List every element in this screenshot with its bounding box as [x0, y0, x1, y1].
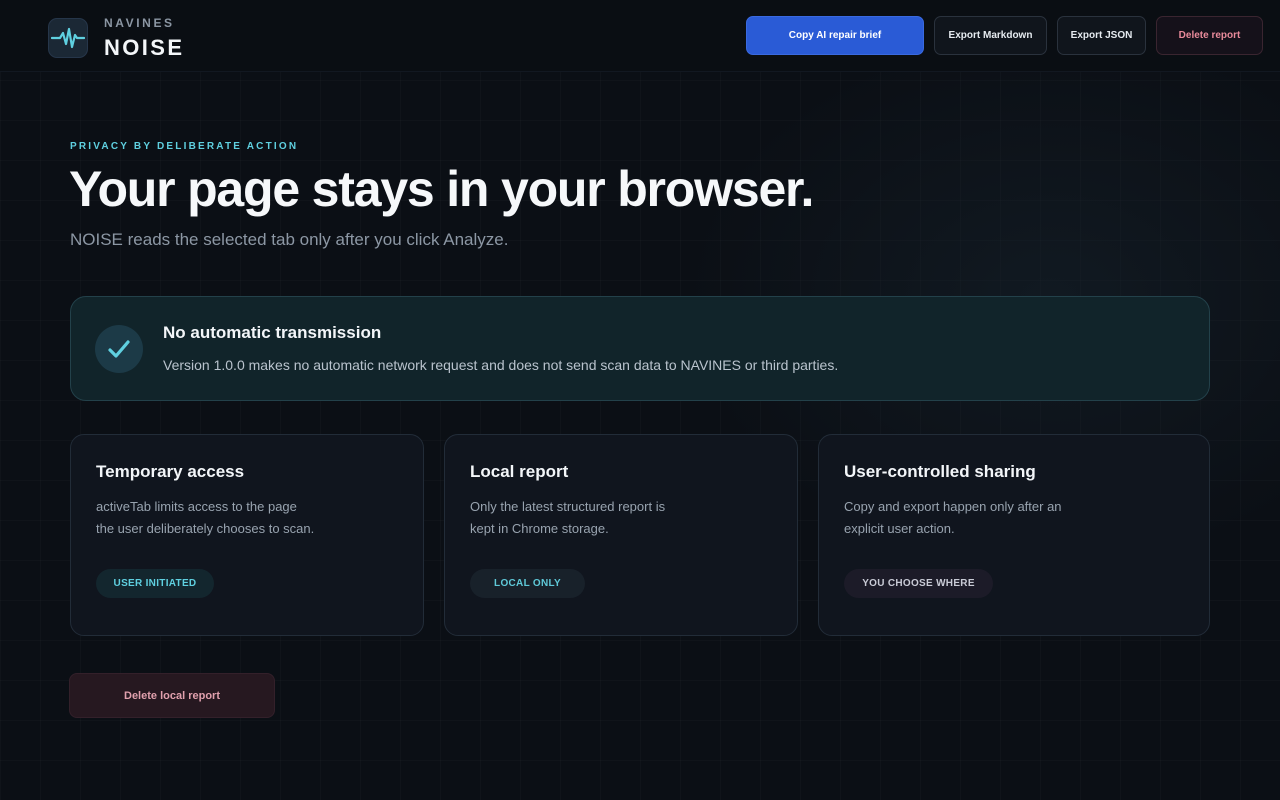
- toolbar-actions: Copy AI repair brief Export Markdown Exp…: [746, 16, 1263, 55]
- card-body-line: the user deliberately chooses to scan.: [96, 521, 315, 536]
- delete-report-button[interactable]: Delete report: [1156, 16, 1263, 55]
- top-bar: NAVINES NOISE Copy AI repair brief Expor…: [0, 0, 1280, 72]
- card-body-line: explicit user action.: [844, 521, 955, 536]
- card-body: Only the latest structured report is kep…: [470, 496, 710, 540]
- checkmark-icon: [95, 325, 143, 373]
- card-body-line: activeTab limits access to the page: [96, 499, 297, 514]
- status-badge: USER INITIATED: [96, 569, 214, 598]
- brand-product: NOISE: [104, 35, 185, 60]
- card-body-line: Only the latest structured report is: [470, 499, 666, 514]
- privacy-notice: No automatic transmission Version 1.0.0 …: [70, 296, 1210, 401]
- delete-local-report-button[interactable]: Delete local report: [69, 673, 275, 718]
- waveform-icon: [48, 18, 88, 58]
- card-title: Local report: [470, 462, 569, 481]
- card-body: activeTab limits access to the page the …: [96, 496, 336, 540]
- card-local-report: Local report Only the latest structured …: [444, 434, 798, 636]
- card-body-line: kept in Chrome storage.: [470, 521, 609, 536]
- notice-body: Version 1.0.0 makes no automatic network…: [163, 357, 839, 373]
- card-title: User-controlled sharing: [844, 462, 1036, 481]
- brand: NAVINES NOISE: [48, 16, 184, 60]
- page-title: Your page stays in your browser.: [69, 161, 814, 217]
- card-title: Temporary access: [96, 462, 245, 481]
- brand-company: NAVINES: [104, 16, 175, 30]
- export-markdown-button[interactable]: Export Markdown: [934, 16, 1047, 55]
- export-json-button[interactable]: Export JSON: [1057, 16, 1146, 55]
- card-body-line: Copy and export happen only after an: [844, 499, 1062, 514]
- card-user-controlled-sharing: User-controlled sharing Copy and export …: [818, 434, 1210, 636]
- status-badge: YOU CHOOSE WHERE: [844, 569, 993, 598]
- status-badge: LOCAL ONLY: [470, 569, 585, 598]
- card-temporary-access: Temporary access activeTab limits access…: [70, 434, 424, 636]
- card-body: Copy and export happen only after an exp…: [844, 496, 1084, 540]
- copy-ai-repair-brief-button[interactable]: Copy AI repair brief: [746, 16, 924, 55]
- page-subtitle: NOISE reads the selected tab only after …: [70, 230, 509, 249]
- section-eyebrow: PRIVACY BY DELIBERATE ACTION: [70, 141, 299, 152]
- notice-title: No automatic transmission: [163, 323, 382, 342]
